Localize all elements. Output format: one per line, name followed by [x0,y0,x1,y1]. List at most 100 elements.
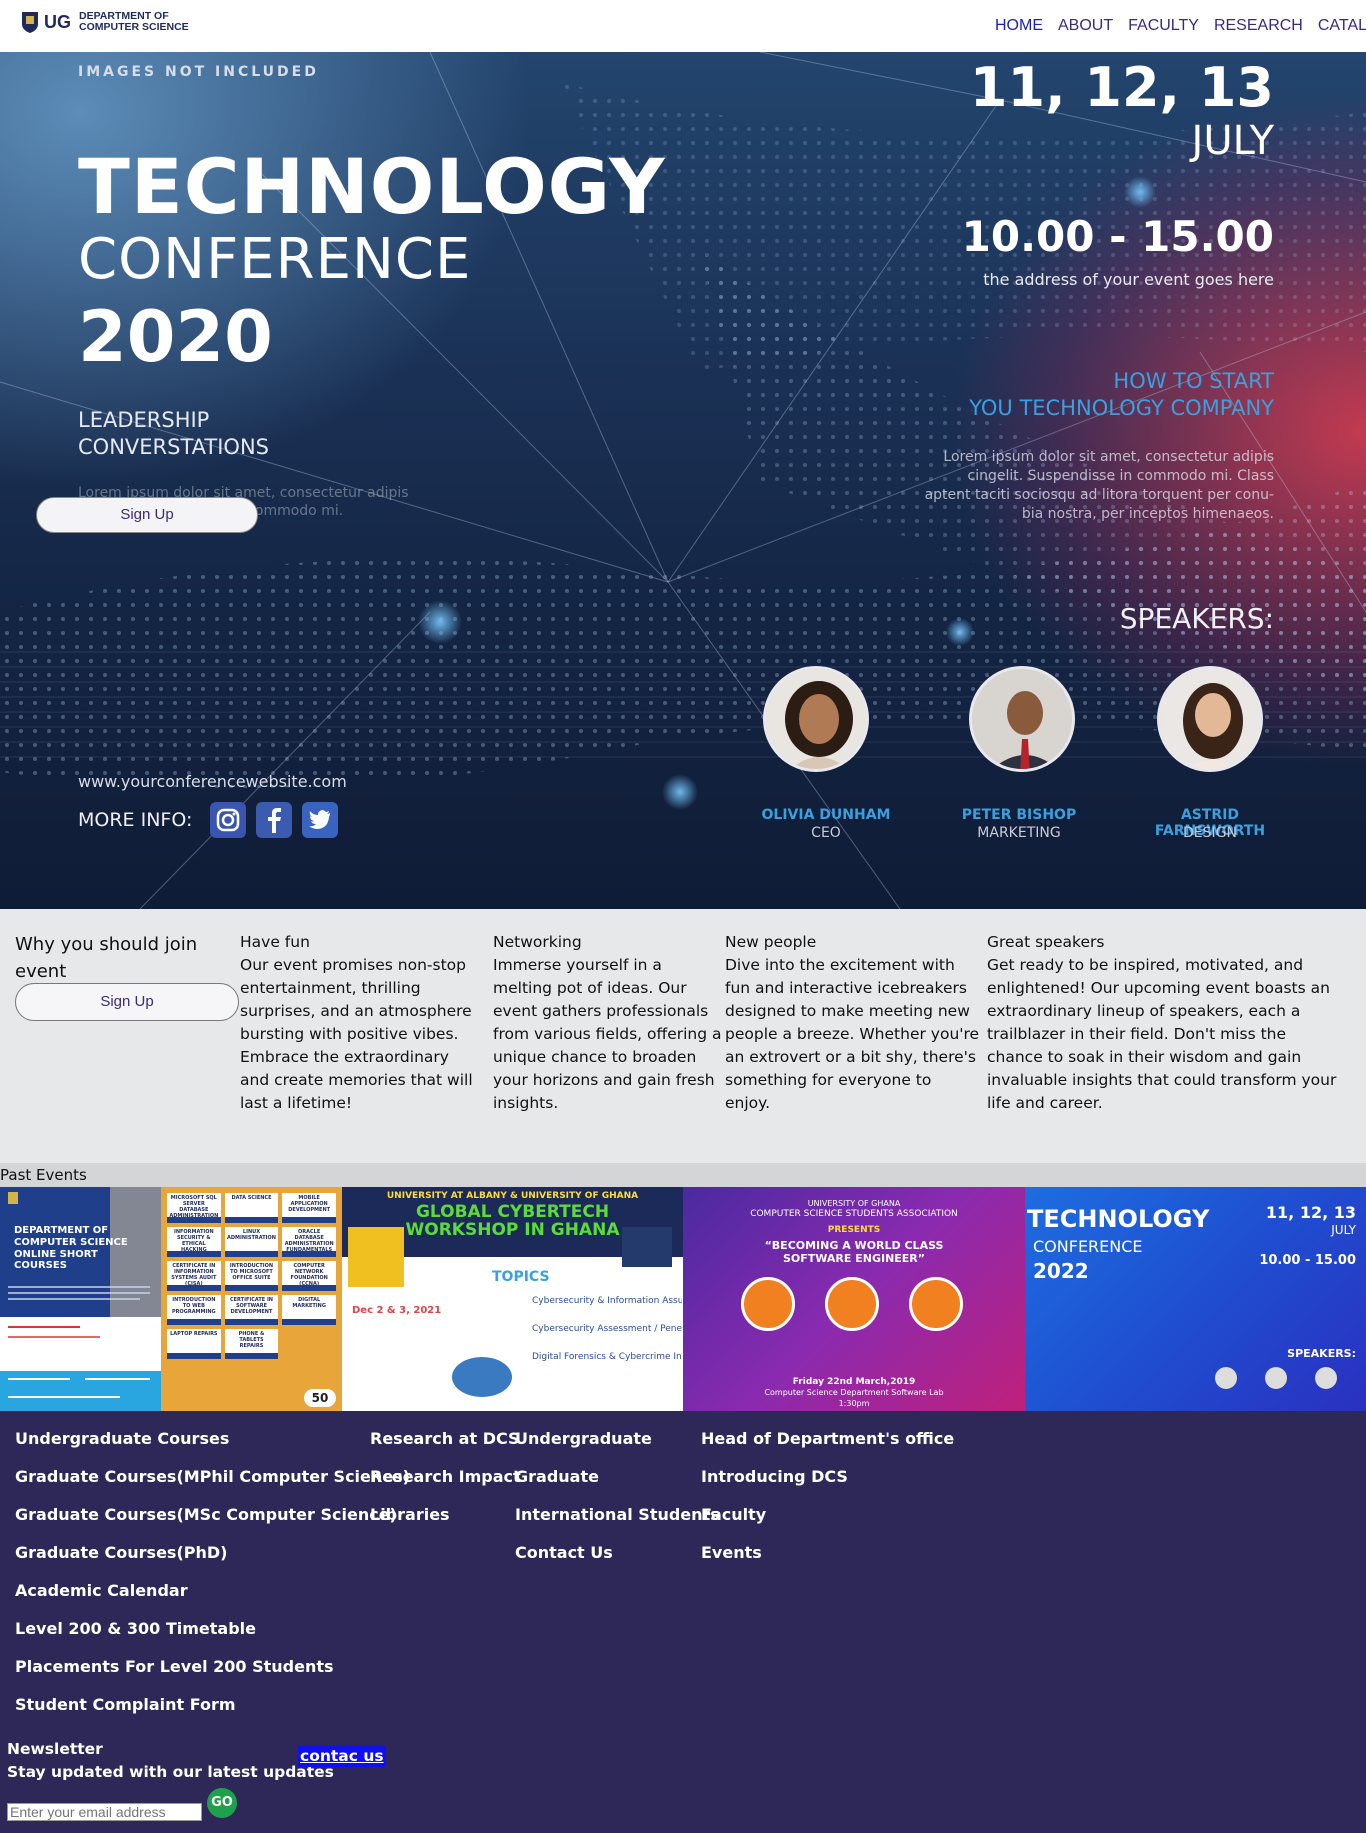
top-nav: UG DEPARTMENT OF COMPUTER SCIENCE HOME A… [0,0,1366,52]
course-cell: INTRODUCTION TO WEB PROGRAMMING [167,1295,221,1325]
footer-col-research: Research at DCS Research Impact Librarie… [370,1427,521,1541]
footer-link[interactable]: Research Impact [370,1465,521,1503]
hero-lorem-text: Lorem ipsum dolor sit amet, consectetur … [924,449,1274,522]
tile3-header: UNIVERSITY AT ALBANY & UNIVERSITY OF GHA… [386,1191,639,1201]
contact-us-link[interactable]: contac us [298,1746,386,1767]
past-event-tile-conference-2022[interactable]: TECHNOLOGY CONFERENCE 2022 11, 12, 13 JU… [1025,1187,1366,1411]
why-column-body: Immerse yourself in a melting pot of ide… [493,956,722,1112]
course-cell: PHONE & TABLETS REPAIRS [224,1329,279,1359]
tile2-badge: 50 [304,1389,336,1407]
hero-signup-button[interactable]: Sign Up [36,497,258,533]
speaker-thumb [1265,1367,1287,1389]
tile3-topics: TOPICS [492,1269,550,1285]
instagram-icon[interactable] [210,802,246,838]
course-cell: INFORMATION SECURITY & ETHICAL HACKING [167,1227,221,1257]
tile5-speakers: SPEAKERS: [1287,1347,1356,1360]
why-column-networking: Networking Immerse yourself in a melting… [493,931,723,1115]
footer-link[interactable]: Libraries [370,1503,521,1541]
footer-link[interactable]: Graduate [515,1465,720,1503]
past-event-tile-course-grid[interactable]: MICROSOFT SQL SERVER DATABASE ADMINISTRA… [161,1187,342,1411]
tile5-time: 10.00 - 15.00 [1259,1253,1356,1268]
footer-link[interactable]: Placements For Level 200 Students [15,1655,410,1693]
newsletter-email-input[interactable] [7,1803,202,1821]
crest-icon [22,12,38,33]
tile5-title-3: 2022 [1033,1259,1089,1283]
hero-time: 10.00 - 15.00 [961,212,1274,261]
footer-link[interactable]: Undergraduate [515,1427,720,1465]
ug-logo[interactable]: UG DEPARTMENT OF COMPUTER SCIENCE [20,10,189,34]
why-column-body: Dive into the excitement with fun and in… [725,956,980,1112]
footer-link[interactable]: Research at DCS [370,1427,521,1465]
nav-home[interactable]: HOME [995,17,1043,35]
why-column-great-speakers: Great speakers Get ready to be inspired,… [987,931,1337,1115]
footer-link[interactable]: International Students [515,1503,720,1541]
speaker-avatar-olivia [763,666,869,772]
logo-ug-text: UG [44,11,71,32]
tile4-title: “BECOMING A WORLD CLASS SOFTWARE ENGINEE… [764,1239,944,1265]
speaker-name: PETER BISHOP [961,807,1077,823]
hero-leadership-text: LEADERSHIP CONVERSTATIONS [78,408,269,459]
why-column-body: Our event promises non-stop entertainmen… [240,956,473,1112]
past-event-tile-cybertech[interactable]: UNIVERSITY AT ALBANY & UNIVERSITY OF GHA… [342,1187,683,1411]
past-events-label: Past Events [0,1163,1366,1187]
footer-link[interactable]: Introducing DCS [701,1465,954,1503]
past-event-tile-software-engineer[interactable]: UNIVERSITY OF GHANA COMPUTER SCIENCE STU… [683,1187,1025,1411]
footer-link[interactable]: Graduate Courses(PhD) [15,1541,410,1579]
footer-col-courses: Undergraduate Courses Graduate Courses(M… [15,1427,410,1731]
footer-link[interactable]: Contact Us [515,1541,720,1579]
tile4-time: 1:30pm [838,1399,870,1408]
newsletter-block: Newsletter Stay updated with our latest … [7,1738,334,1784]
tile3-title-1: GLOBAL CYBERTECH [415,1202,610,1222]
nav-catalog[interactable]: CATALOG [1318,17,1366,35]
why-signup-button[interactable]: Sign Up [15,983,239,1021]
tile3-topic-list: Cybersecurity & Information Assurance Cyb… [532,1287,682,1371]
footer-link[interactable]: Events [701,1541,954,1579]
nav-about[interactable]: ABOUT [1058,17,1113,35]
footer-col-admissions: Undergraduate Graduate International Stu… [515,1427,720,1579]
logo-line-2: COMPUTER SCIENCE [79,21,189,33]
tile5-title-1: TECHNOLOGY [1027,1205,1210,1233]
footer-link[interactable]: Graduate Courses(MPhil Computer Science) [15,1465,410,1503]
footer-col-about: Head of Department's office Introducing … [701,1427,954,1579]
conference-website: www.yourconferencewebsite.com [78,772,347,791]
why-column-heading: Networking [493,933,582,951]
footer-link[interactable]: Student Complaint Form [15,1693,410,1731]
twitter-icon[interactable] [302,802,338,838]
tile5-title-2: CONFERENCE [1033,1237,1143,1256]
tile4-sub: COMPUTER SCIENCE STUDENTS ASSOCIATION [750,1209,958,1219]
footer-link[interactable]: Level 200 & 300 Timetable [15,1617,410,1655]
footer-link[interactable]: Faculty [701,1503,954,1541]
hero-dates: 11, 12, 13 [969,56,1274,119]
facebook-icon[interactable] [256,802,292,838]
course-cell: DIGITAL MARKETING [282,1295,336,1325]
footer-link[interactable]: Head of Department's office [701,1427,954,1465]
hero-banner: IMAGES NOT INCLUDED TECHNOLOGY CONFERENC… [0,52,1366,909]
more-info-label: MORE INFO: [78,809,193,831]
newsletter-go-button[interactable]: GO [207,1788,237,1818]
presenter-avatar [825,1277,879,1331]
why-column-new-people: New people Dive into the excitement with… [725,931,981,1115]
course-cell: MICROSOFT SQL SERVER DATABASE ADMINISTRA… [167,1193,221,1223]
tile3-dates: Dec 2 & 3, 2021 [352,1305,442,1316]
speaker-avatar-peter [969,666,1075,772]
tile4-date: Friday 22nd March,2019 [792,1377,916,1387]
why-column-heading: New people [725,933,817,951]
tile1-sub: ONLINE SHORT COURSES [14,1249,98,1271]
nav-research[interactable]: RESEARCH [1214,17,1303,35]
albany-logo [348,1227,404,1287]
why-column-heading: Great speakers [987,933,1105,951]
presenter-avatar [741,1277,795,1331]
past-event-tile-short-courses[interactable]: DEPARTMENT OF COMPUTER SCIENCE ONLINE SH… [0,1187,161,1411]
footer-link[interactable]: Undergraduate Courses [15,1427,410,1465]
nav-links: HOME ABOUT FACULTY RESEARCH CATALOG [995,17,1366,35]
tile4-presents: PRESENTS [827,1225,881,1235]
footer-link[interactable]: Academic Calendar [15,1579,410,1617]
course-cell: COMPUTER NETWORK FOUNDATION (CCNA) [282,1261,336,1291]
nav-faculty[interactable]: FACULTY [1128,17,1199,35]
speaker-thumb [1315,1367,1337,1389]
course-cell: INTRODUCTION TO MICROSOFT OFFICE SUITE [224,1261,279,1291]
speaker-role: MARKETING [977,825,1061,841]
course-grid: MICROSOFT SQL SERVER DATABASE ADMINISTRA… [167,1193,336,1359]
footer-link[interactable]: Graduate Courses(MSc Computer Science) [15,1503,410,1541]
tile4-venue: Computer Science Department Software Lab [764,1388,944,1397]
